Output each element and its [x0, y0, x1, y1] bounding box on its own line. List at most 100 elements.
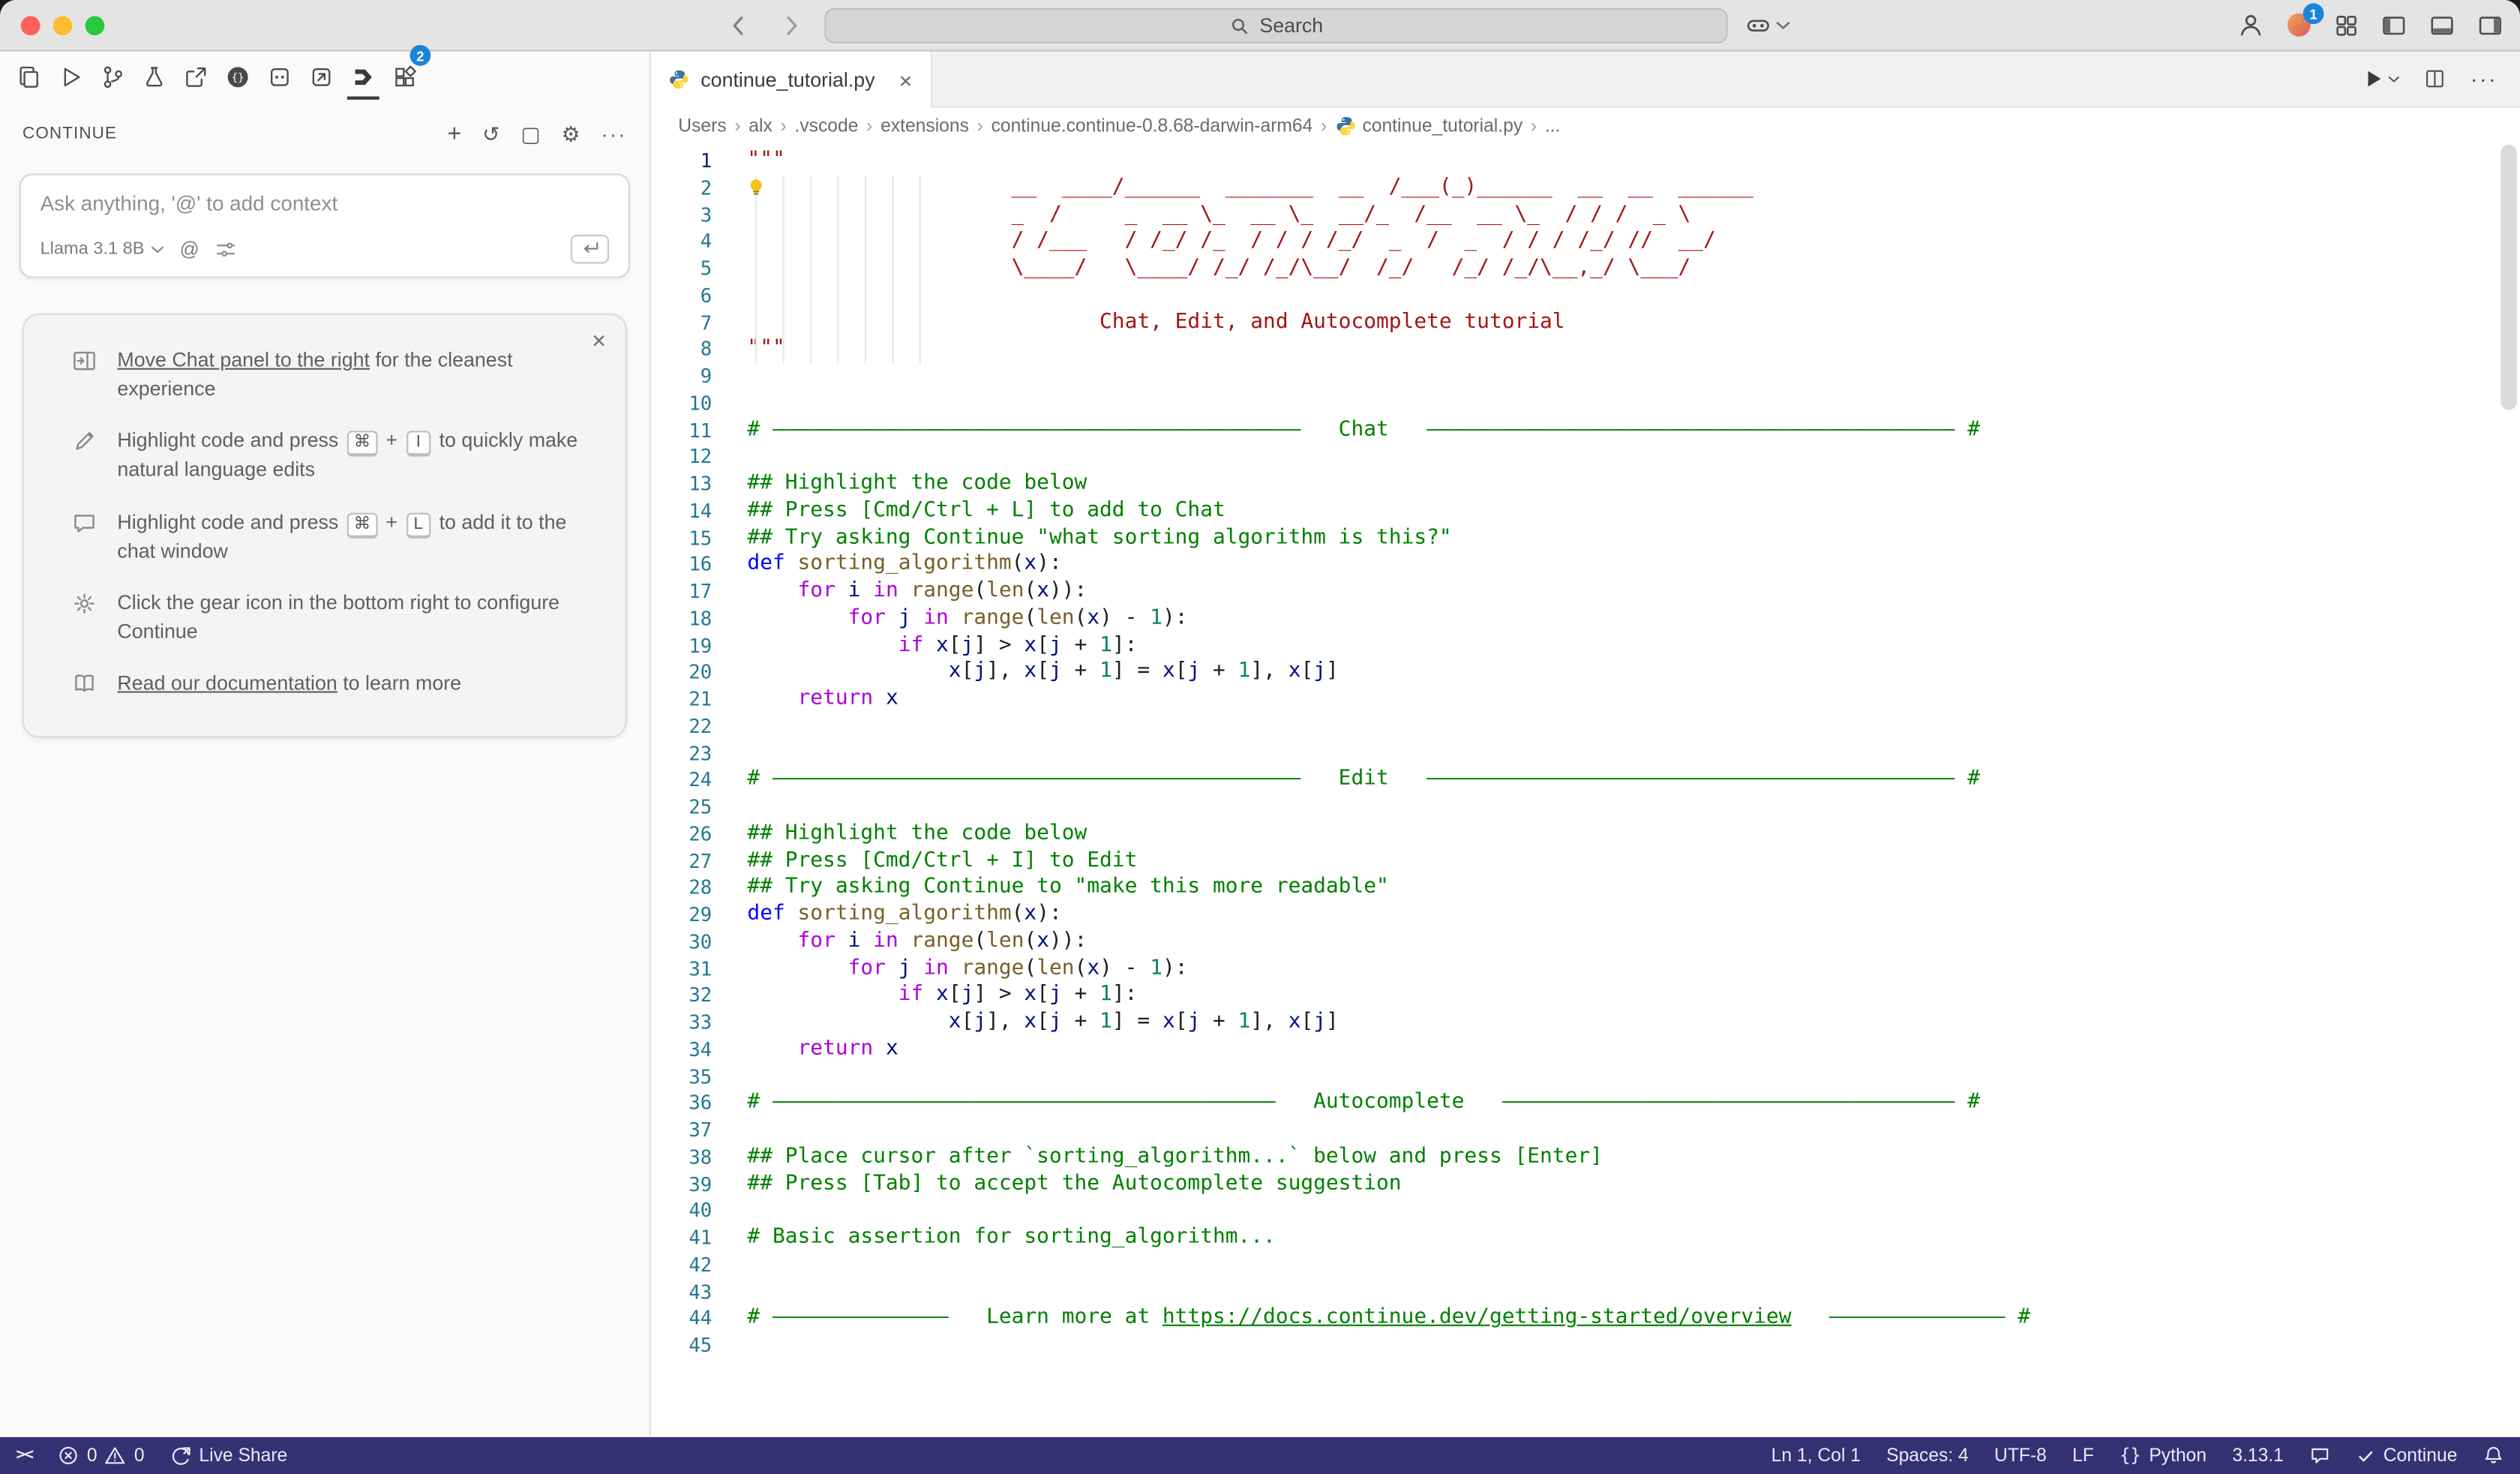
more-icon[interactable]: ···: [601, 123, 626, 144]
code-line-21[interactable]: 21 return x: [651, 686, 2520, 713]
indentation[interactable]: Spaces: 4: [1886, 1445, 1969, 1465]
gear-icon[interactable]: ⚙: [562, 123, 580, 144]
lightbulb-icon[interactable]: [746, 177, 766, 200]
code-line-32[interactable]: 32 if x[j] > x[j + 1]:: [651, 983, 2520, 1010]
code-line-28[interactable]: 28## Try asking Continue to "make this m…: [651, 875, 2520, 902]
notifications-bell[interactable]: [2483, 1445, 2504, 1466]
history-icon[interactable]: ↺: [482, 123, 500, 144]
continue-status[interactable]: Continue: [2356, 1445, 2457, 1465]
code-line-27[interactable]: 27## Press [Cmd/Ctrl + I] to Edit: [651, 848, 2520, 875]
code-line-10[interactable]: 10: [651, 390, 2520, 417]
copilot-menu[interactable]: [1745, 13, 1790, 38]
command-center-search[interactable]: Search: [824, 8, 1727, 44]
continue-icon[interactable]: [349, 53, 378, 101]
editor-more-icon[interactable]: ···: [2470, 68, 2498, 90]
code-line-2[interactable]: 2 __ ____/______ _______ __ /___(_)_____…: [651, 175, 2520, 202]
breadcrumb-item--vscode[interactable]: .vscode: [794, 116, 858, 136]
tab-continue-tutorial[interactable]: continue_tutorial.py ×: [651, 52, 932, 108]
grid-icon[interactable]: [2333, 12, 2359, 38]
code-line-12[interactable]: 12: [651, 444, 2520, 471]
json-extension-icon[interactable]: {}: [224, 53, 253, 101]
model-selector[interactable]: Llama 3.1 8B: [40, 239, 164, 259]
zoom-window-button[interactable]: [86, 16, 105, 35]
code-line-8[interactable]: 8""": [651, 336, 2520, 363]
close-window-button[interactable]: [21, 16, 40, 35]
code-line-43[interactable]: 43: [651, 1279, 2520, 1306]
extension-icon-a[interactable]: [266, 53, 295, 101]
submit-button[interactable]: [571, 235, 609, 264]
code-line-23[interactable]: 23: [651, 740, 2520, 767]
code-line-18[interactable]: 18 for j in range(len(x) - 1):: [651, 605, 2520, 632]
extension-icon-b[interactable]: [307, 53, 336, 101]
split-editor-icon[interactable]: [2423, 68, 2446, 90]
code-line-30[interactable]: 30 for i in range(len(x)):: [651, 929, 2520, 956]
breadcrumb-item-extensions[interactable]: extensions: [880, 116, 969, 136]
chat-input[interactable]: Ask anything, '@' to add context Llama 3…: [20, 173, 630, 278]
close-tab-icon[interactable]: ×: [899, 68, 913, 91]
code-line-45[interactable]: 45: [651, 1332, 2520, 1359]
code-line-38[interactable]: 38## Place cursor after `sorting_algorit…: [651, 1144, 2520, 1171]
code-line-39[interactable]: 39## Press [Tab] to accept the Autocompl…: [651, 1171, 2520, 1198]
code-line-37[interactable]: 37: [651, 1117, 2520, 1144]
docs-link[interactable]: Read our documentation: [117, 672, 337, 695]
account-icon[interactable]: [2237, 11, 2264, 38]
problems-indicator[interactable]: 0 0: [58, 1445, 144, 1466]
remote-indicator[interactable]: ><: [16, 1447, 32, 1465]
tools-icon[interactable]: [215, 239, 236, 260]
code-line-14[interactable]: 14## Press [Cmd/Ctrl + L] to add to Chat: [651, 498, 2520, 525]
new-session-icon[interactable]: +: [448, 122, 462, 146]
code-line-40[interactable]: 40: [651, 1198, 2520, 1225]
encoding[interactable]: UTF-8: [1994, 1445, 2047, 1465]
live-share-button[interactable]: Live Share: [170, 1445, 287, 1466]
code-line-16[interactable]: 16def sorting_algorithm(x):: [651, 552, 2520, 579]
code-line-1[interactable]: 1""": [651, 148, 2520, 175]
minimize-window-button[interactable]: [53, 16, 73, 35]
history-forward-button[interactable]: [778, 13, 803, 38]
code-line-25[interactable]: 25: [651, 794, 2520, 821]
code-editor[interactable]: 1"""2 __ ____/______ _______ __ /___(_)_…: [651, 145, 2520, 1437]
layout-sidebar-right-icon[interactable]: [2476, 12, 2504, 38]
layout-sidebar-left-icon[interactable]: [2380, 12, 2408, 38]
code-line-29[interactable]: 29def sorting_algorithm(x):: [651, 902, 2520, 929]
code-line-6[interactable]: 6: [651, 283, 2520, 310]
code-line-44[interactable]: 44# —————————————— Learn more at https:/…: [651, 1306, 2520, 1333]
run-python-file-button[interactable]: [2362, 68, 2399, 90]
code-line-9[interactable]: 9: [651, 363, 2520, 390]
code-line-11[interactable]: 11# ————————————————————————————————————…: [651, 417, 2520, 444]
language-mode[interactable]: {} Python: [2120, 1445, 2206, 1466]
breadcrumb-item--[interactable]: ...: [1545, 116, 1561, 136]
code-line-34[interactable]: 34 return x: [651, 1037, 2520, 1064]
close-icon[interactable]: ×: [592, 328, 606, 355]
code-line-42[interactable]: 42: [651, 1252, 2520, 1279]
code-line-22[interactable]: 22: [651, 713, 2520, 740]
code-line-41[interactable]: 41# Basic assertion for sorting_algorith…: [651, 1225, 2520, 1252]
add-context-button[interactable]: @: [180, 238, 200, 260]
code-line-24[interactable]: 24# ————————————————————————————————————…: [651, 767, 2520, 794]
code-line-19[interactable]: 19 if x[j] > x[j + 1]:: [651, 632, 2520, 659]
code-line-17[interactable]: 17 for i in range(len(x)):: [651, 578, 2520, 605]
extensions-icon[interactable]: 2: [391, 53, 420, 101]
run-icon[interactable]: [56, 53, 86, 101]
beaker-icon[interactable]: [140, 53, 169, 101]
code-line-33[interactable]: 33 x[j], x[j + 1] = x[j + 1], x[j]: [651, 1010, 2520, 1037]
eol-sequence[interactable]: LF: [2072, 1445, 2094, 1465]
code-line-26[interactable]: 26## Highlight the code below: [651, 821, 2520, 848]
code-line-15[interactable]: 15## Try asking Continue "what sorting a…: [651, 525, 2520, 552]
code-line-4[interactable]: 4 / /___ / /_/ /_ / / / /_/ _ / _ / / / …: [651, 229, 2520, 256]
code-line-5[interactable]: 5 \____/ \____/ /_/ /_/\__/ /_/ /_/ /_/\…: [651, 256, 2520, 283]
code-line-13[interactable]: 13## Highlight the code below: [651, 471, 2520, 498]
code-line-36[interactable]: 36# ————————————————————————————————————…: [651, 1090, 2520, 1117]
code-line-35[interactable]: 35: [651, 1064, 2520, 1091]
layout-panel-bottom-icon[interactable]: [2428, 12, 2456, 38]
breadcrumb-item-alx[interactable]: alx: [748, 116, 772, 136]
cursor-position[interactable]: Ln 1, Col 1: [1772, 1445, 1861, 1465]
history-back-button[interactable]: [727, 13, 752, 38]
avatar[interactable]: 1: [2285, 11, 2312, 38]
frame-icon[interactable]: ▢: [520, 123, 540, 144]
code-line-7[interactable]: 7 Chat, Edit, and Autocomplete tutorial: [651, 310, 2520, 337]
python-interpreter[interactable]: 3.13.1: [2232, 1445, 2284, 1465]
breadcrumb-item-continue-tutorial-py[interactable]: continue_tutorial.py: [1335, 116, 1522, 137]
editor-scrollbar[interactable]: [2500, 145, 2516, 410]
code-line-20[interactable]: 20 x[j], x[j + 1] = x[j + 1], x[j]: [651, 659, 2520, 686]
code-line-3[interactable]: 3 _ / _ __ \_ __ \_ __/_ /__ __ \_ / / /…: [651, 202, 2520, 229]
